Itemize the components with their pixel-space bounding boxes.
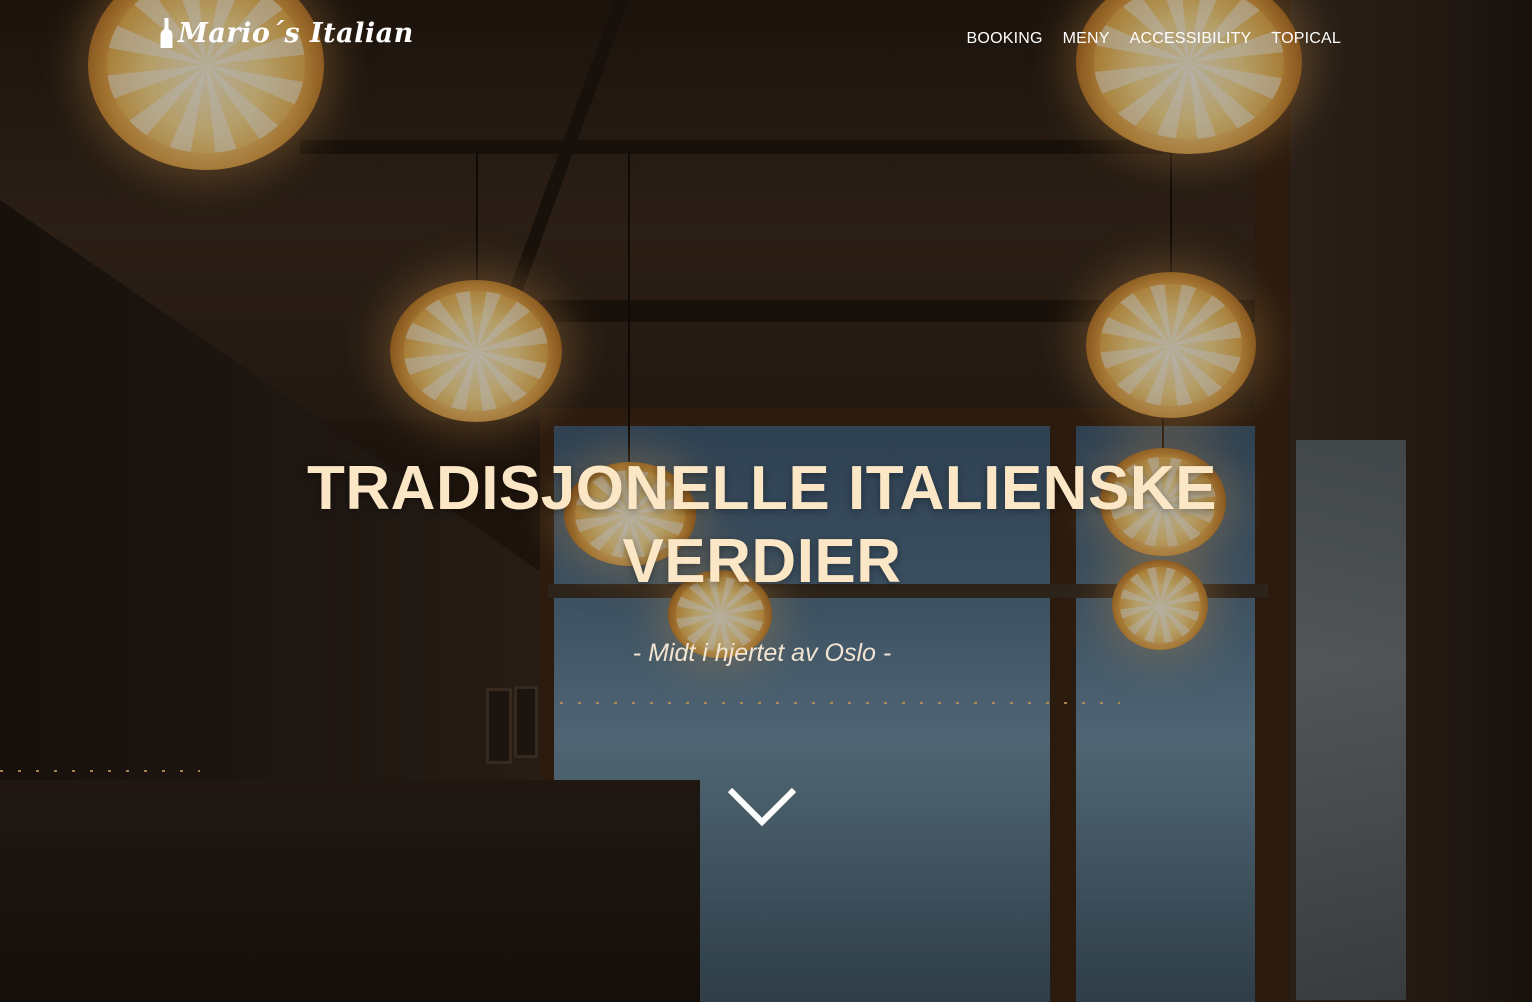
nav-booking[interactable]: BOOKING <box>967 29 1043 49</box>
main-navigation: BOOKING MENY ACCESSIBILITY TOPICAL <box>967 29 1341 49</box>
hero-subtitle: - Midt i hjertet av Oslo - <box>632 639 892 667</box>
nav-topical[interactable]: TOPICAL <box>1271 29 1341 49</box>
nav-accessibility[interactable]: ACCESSIBILITY <box>1130 29 1252 49</box>
brand-logo[interactable]: Mario´s Italian <box>160 18 414 48</box>
nav-menu[interactable]: MENY <box>1063 29 1110 49</box>
site-header: Mario´s Italian BOOKING MENY ACCESSIBILI… <box>0 0 1532 80</box>
chevron-down-icon <box>727 787 797 827</box>
wine-bottle-icon <box>160 18 173 48</box>
scroll-down-button[interactable] <box>724 782 800 832</box>
brand-name: Mario´s Italian <box>178 17 414 49</box>
hero-title: TRADISJONELLE ITALIENSKE VERDIER <box>307 454 1217 596</box>
